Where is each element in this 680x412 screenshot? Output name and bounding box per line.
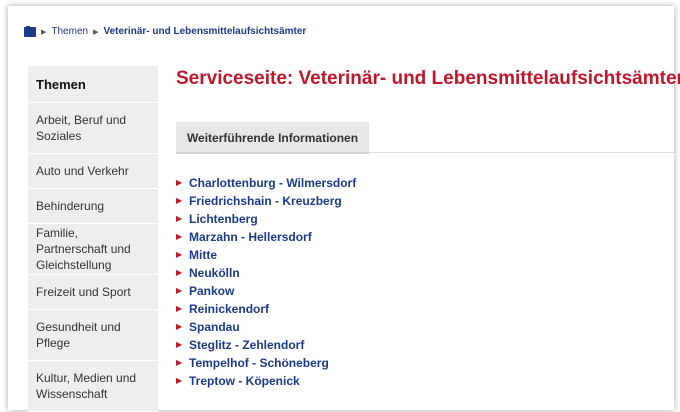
- district-link[interactable]: Treptow - Köpenick: [189, 372, 300, 390]
- arrow-right-icon: ▶: [176, 232, 183, 241]
- sidebar-item-freizeit[interactable]: Freizeit und Sport: [28, 275, 158, 310]
- sidebar-heading: Themen: [28, 66, 158, 103]
- district-link[interactable]: Steglitz - Zehlendorf: [189, 336, 304, 354]
- district-link[interactable]: Lichtenberg: [189, 210, 258, 228]
- list-item: ▶ Lichtenberg: [176, 210, 356, 228]
- district-link[interactable]: Marzahn - Hellersdorf: [189, 228, 312, 246]
- breadcrumb-arrow-icon: ▶: [41, 28, 47, 36]
- arrow-right-icon: ▶: [176, 358, 183, 367]
- list-item: ▶ Marzahn - Hellersdorf: [176, 228, 356, 246]
- district-link[interactable]: Tempelhof - Schöneberg: [189, 354, 329, 372]
- district-link[interactable]: Neukölln: [189, 264, 240, 282]
- breadcrumb-arrow-icon: ▶: [93, 28, 99, 36]
- arrow-right-icon: ▶: [176, 196, 183, 205]
- list-item: ▶ Friedrichshain - Kreuzberg: [176, 192, 356, 210]
- sidebar-item-arbeit[interactable]: Arbeit, Beruf und Soziales: [28, 103, 158, 154]
- sidebar-item-behinderung[interactable]: Behinderung: [28, 189, 158, 224]
- sidebar-item-gesundheit[interactable]: Gesundheit und Pflege: [28, 310, 158, 361]
- district-link[interactable]: Spandau: [189, 318, 240, 336]
- arrow-right-icon: ▶: [176, 214, 183, 223]
- district-link[interactable]: Charlottenburg - Wilmersdorf: [189, 174, 356, 192]
- sidebar-item-familie[interactable]: Familie, Partnerschaft und Gleichstellun…: [28, 224, 158, 275]
- district-link[interactable]: Pankow: [189, 282, 234, 300]
- district-link[interactable]: Friedrichshain - Kreuzberg: [189, 192, 342, 210]
- arrow-right-icon: ▶: [176, 340, 183, 349]
- arrow-right-icon: ▶: [176, 250, 183, 259]
- list-item: ▶ Treptow - Köpenick: [176, 372, 356, 390]
- sidebar: Themen Arbeit, Beruf und Soziales Auto u…: [28, 66, 158, 412]
- breadcrumb-link-themen[interactable]: Themen: [51, 26, 88, 37]
- list-item: ▶ Reinickendorf: [176, 300, 356, 318]
- arrow-right-icon: ▶: [176, 178, 183, 187]
- list-item: ▶ Neukölln: [176, 264, 356, 282]
- arrow-right-icon: ▶: [176, 304, 183, 313]
- sidebar-item-auto[interactable]: Auto und Verkehr: [28, 154, 158, 189]
- list-item: ▶ Spandau: [176, 318, 356, 336]
- arrow-right-icon: ▶: [176, 268, 183, 277]
- arrow-right-icon: ▶: [176, 376, 183, 385]
- arrow-right-icon: ▶: [176, 286, 183, 295]
- home-icon[interactable]: [24, 26, 36, 37]
- list-item: ▶ Pankow: [176, 282, 356, 300]
- list-item: ▶ Steglitz - Zehlendorf: [176, 336, 356, 354]
- tab-further-information[interactable]: Weiterführende Informationen: [176, 122, 369, 154]
- list-item: ▶ Mitte: [176, 246, 356, 264]
- district-list: ▶ Charlottenburg - Wilmersdorf ▶ Friedrich…: [176, 174, 356, 390]
- breadcrumb: ▶ Themen ▶ Veterinär- und Lebensmittelau…: [24, 26, 306, 37]
- district-link[interactable]: Mitte: [189, 246, 217, 264]
- arrow-right-icon: ▶: [176, 322, 183, 331]
- sidebar-item-kultur[interactable]: Kultur, Medien und Wissenschaft: [28, 361, 158, 412]
- breadcrumb-current[interactable]: Veterinär- und Lebensmittelaufsichtsämte…: [103, 26, 306, 37]
- list-item: ▶ Tempelhof - Schöneberg: [176, 354, 356, 372]
- page-title: Serviceseite: Veterinär- und Lebensmitte…: [176, 68, 680, 89]
- district-link[interactable]: Reinickendorf: [189, 300, 269, 318]
- list-item: ▶ Charlottenburg - Wilmersdorf: [176, 174, 356, 192]
